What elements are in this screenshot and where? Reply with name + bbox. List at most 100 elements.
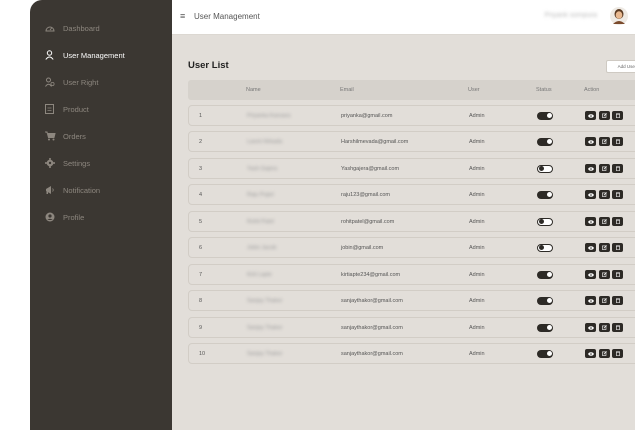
table-row: 5 Rohit Patel rohitpatel@gmail.com Admin: [188, 211, 635, 232]
row-name: Priyanka Kansara: [247, 112, 291, 119]
avatar[interactable]: [610, 7, 628, 25]
row-actions: [585, 212, 626, 231]
row-name: Sanjay Thakor: [247, 350, 283, 357]
row-user: Admin: [469, 165, 485, 172]
row-user: Admin: [469, 112, 485, 119]
add-user-button[interactable]: Add User: [606, 60, 635, 73]
edit-icon: [601, 351, 607, 356]
table-row: 3 Yash Gajera Yashgajera@gmail.com Admin: [188, 158, 635, 179]
delete-icon: [615, 351, 620, 356]
delete-button[interactable]: [612, 323, 623, 332]
row-actions: [585, 318, 626, 337]
status-toggle[interactable]: [537, 270, 553, 279]
view-button[interactable]: [585, 349, 596, 358]
row-actions: [585, 344, 626, 363]
row-actions: [585, 238, 626, 257]
status-toggle[interactable]: [537, 296, 553, 305]
status-toggle[interactable]: [537, 164, 553, 173]
row-user: Admin: [469, 324, 485, 331]
status-toggle[interactable]: [537, 137, 553, 146]
delete-button[interactable]: [612, 164, 623, 173]
sidebar-item-user-management[interactable]: User Management: [30, 44, 172, 66]
row-name: Sanjay Thakor: [247, 297, 283, 304]
toggle-knob: [547, 192, 552, 197]
menu-icon[interactable]: ≡: [180, 12, 185, 21]
delete-button[interactable]: [612, 349, 623, 358]
sidebar-item-user-right[interactable]: User Right: [30, 71, 172, 93]
user-right-icon: [45, 77, 63, 87]
status-toggle-cell: [537, 185, 553, 204]
sidebar-item-product[interactable]: Product: [30, 98, 172, 120]
app-frame: Dashboard User Management User Right Pro…: [30, 0, 635, 430]
user-name[interactable]: Priyank sompura: [544, 12, 597, 19]
gear-icon: [45, 158, 63, 168]
delete-button[interactable]: [612, 190, 623, 199]
edit-button[interactable]: [598, 243, 610, 252]
sidebar-item-settings[interactable]: Settings: [30, 152, 172, 174]
edit-icon: [601, 113, 607, 118]
status-toggle[interactable]: [537, 111, 553, 120]
delete-button[interactable]: [612, 137, 623, 146]
edit-icon: [601, 219, 607, 224]
sidebar-item-dashboard[interactable]: Dashboard: [30, 17, 172, 39]
sidebar: Dashboard User Management User Right Pro…: [30, 0, 172, 430]
view-button[interactable]: [585, 243, 596, 252]
delete-button[interactable]: [612, 243, 623, 252]
row-email: sanjaythakor@gmail.com: [341, 350, 403, 357]
view-button[interactable]: [585, 217, 596, 226]
view-button[interactable]: [585, 296, 596, 305]
edit-button[interactable]: [598, 111, 610, 120]
delete-icon: [615, 192, 620, 197]
view-button[interactable]: [585, 323, 596, 332]
toggle-knob: [547, 113, 552, 118]
status-toggle[interactable]: [537, 217, 553, 226]
edit-button[interactable]: [598, 296, 610, 305]
row-number: 1: [199, 112, 203, 119]
status-toggle-cell: [537, 106, 553, 125]
toggle-knob: [547, 272, 552, 277]
edit-button[interactable]: [598, 164, 610, 173]
row-number: 8: [199, 297, 203, 304]
edit-button[interactable]: [598, 349, 610, 358]
status-toggle[interactable]: [537, 323, 553, 332]
edit-button[interactable]: [598, 190, 610, 199]
row-user: Admin: [469, 271, 485, 278]
edit-button[interactable]: [598, 270, 610, 279]
status-toggle[interactable]: [537, 349, 553, 358]
edit-icon: [601, 272, 607, 277]
edit-icon: [601, 245, 607, 250]
sidebar-item-label: Notification: [63, 185, 101, 195]
toggle-knob: [539, 245, 544, 250]
row-actions: [585, 132, 626, 151]
row-name: Laxmi Hirkada: [247, 138, 283, 145]
edit-button[interactable]: [598, 137, 610, 146]
sidebar-item-label: User Right: [63, 77, 99, 87]
view-button[interactable]: [585, 137, 596, 146]
delete-button[interactable]: [612, 270, 623, 279]
column-header-user: User: [468, 87, 480, 93]
view-icon: [587, 272, 594, 277]
edit-button[interactable]: [598, 323, 610, 332]
view-button[interactable]: [585, 111, 596, 120]
view-button[interactable]: [585, 270, 596, 279]
column-header-status: Status: [536, 87, 552, 93]
view-button[interactable]: [585, 164, 596, 173]
sidebar-item-notification[interactable]: Notification: [30, 179, 172, 201]
sidebar-item-profile[interactable]: Profile: [30, 206, 172, 228]
status-toggle[interactable]: [537, 190, 553, 199]
status-toggle[interactable]: [537, 243, 553, 252]
view-button[interactable]: [585, 190, 596, 199]
status-toggle-cell: [537, 344, 553, 363]
sidebar-item-orders[interactable]: Orders: [30, 125, 172, 147]
table-row: 8 Sanjay Thakor sanjaythakor@gmail.com Admi…: [188, 290, 635, 311]
row-actions: [585, 106, 626, 125]
edit-icon: [601, 166, 607, 171]
sidebar-item-label: User Management: [63, 50, 125, 60]
status-toggle-cell: [537, 132, 553, 151]
delete-button[interactable]: [612, 111, 623, 120]
edit-button[interactable]: [598, 217, 610, 226]
delete-icon: [615, 245, 620, 250]
table-row: 6 Jobin Jacob jobin@gmail.com Admin: [188, 237, 635, 258]
delete-button[interactable]: [612, 217, 623, 226]
delete-button[interactable]: [612, 296, 623, 305]
